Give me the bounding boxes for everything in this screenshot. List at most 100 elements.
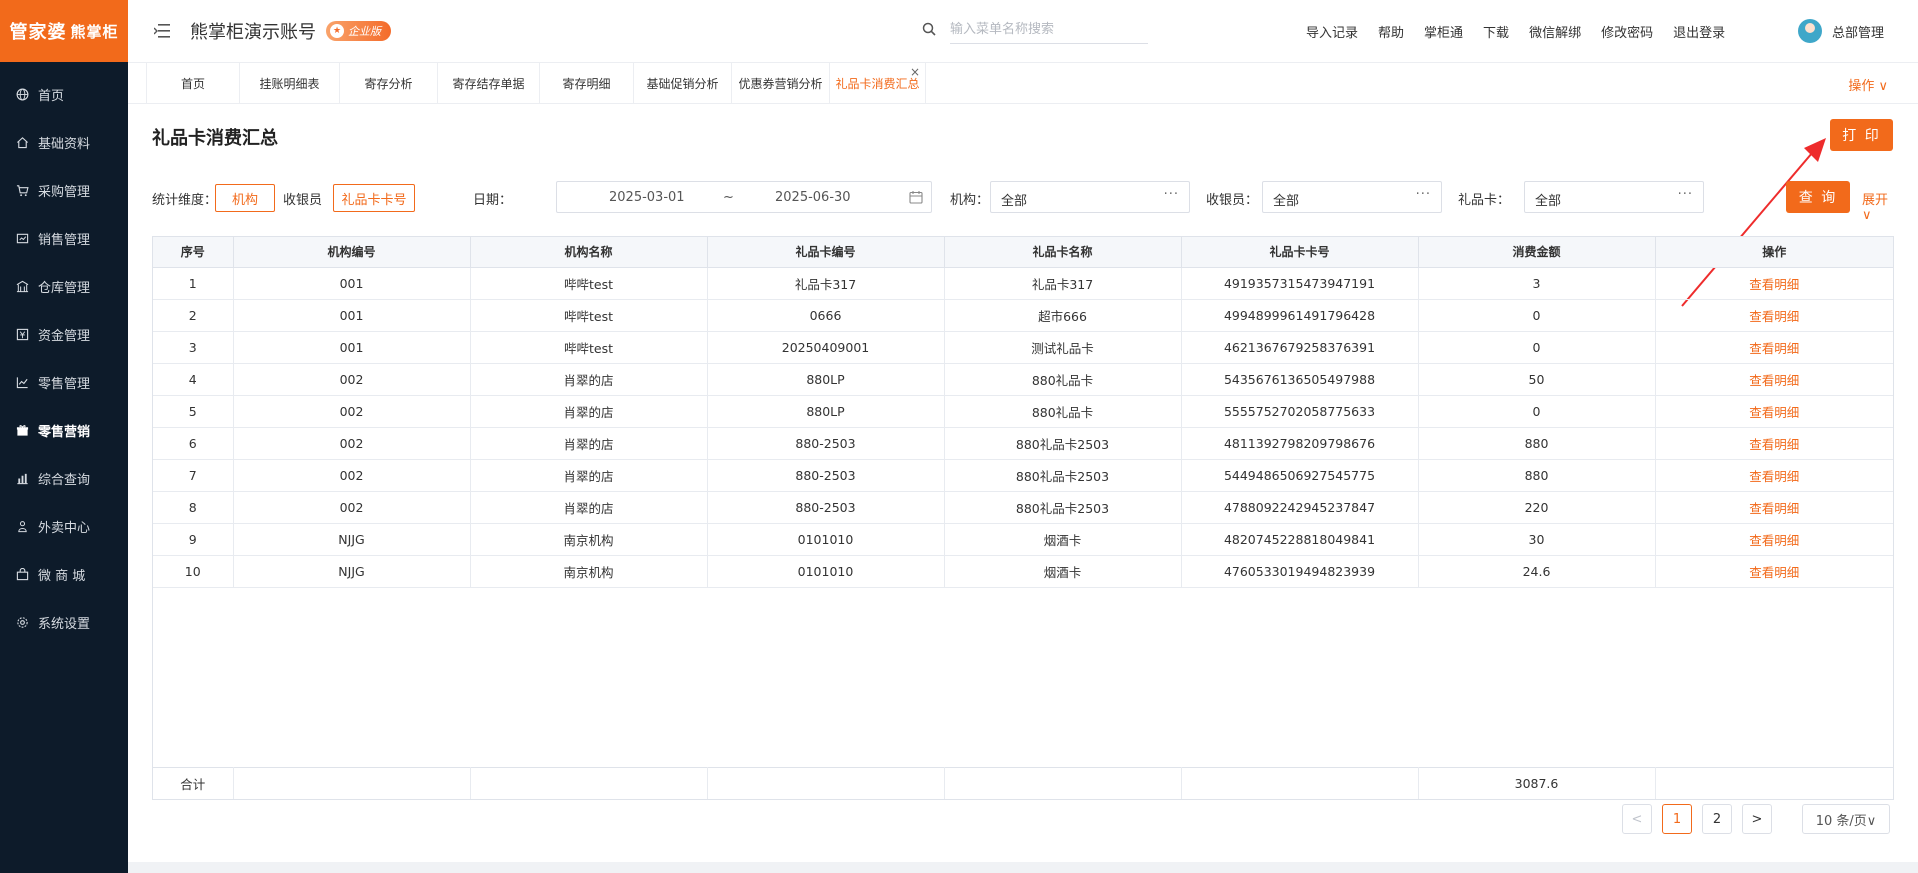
tab[interactable]: 挂账明细表 — [240, 63, 340, 104]
org-select-value: 全部 — [1001, 194, 1028, 209]
avatar[interactable] — [1798, 19, 1822, 43]
sidebar-item[interactable]: 外卖中心 — [0, 502, 128, 550]
table-row: 8 002 肖翠的店 880-2503 880礼品卡2503 47880922429452… — [153, 491, 1893, 524]
tab[interactable]: 优惠券营销分析 — [732, 63, 830, 104]
view-detail-link[interactable]: 查看明细 — [1655, 267, 1893, 300]
next-page-button[interactable]: > — [1742, 804, 1772, 834]
date-label: 日期： — [473, 193, 513, 208]
more-icon[interactable]: ··· — [1416, 187, 1431, 202]
tab-label: 寄存分析 — [364, 77, 413, 91]
page-button[interactable]: 2 — [1702, 804, 1732, 834]
sidebar-item[interactable]: 销售管理 — [0, 214, 128, 262]
search-input[interactable] — [950, 16, 1148, 44]
card-select-value: 全部 — [1535, 194, 1562, 209]
total-row: 合计 3087.6 — [153, 766, 1893, 799]
header-link[interactable]: 退出登录 — [1673, 22, 1725, 41]
sidebar-item[interactable]: 首页 — [0, 70, 128, 118]
org-select[interactable]: 全部 ··· — [990, 181, 1190, 213]
sidebar-item[interactable]: 零售营销 — [0, 406, 128, 454]
sidebar-item[interactable]: 采购管理 — [0, 166, 128, 214]
tab[interactable]: 基础促销分析 — [634, 63, 732, 104]
view-detail-link[interactable]: 查看明细 — [1655, 491, 1893, 524]
chart-icon — [14, 374, 30, 390]
sidebar-item-label: 销售管理 — [38, 232, 91, 248]
prev-page-button[interactable]: < — [1622, 804, 1652, 834]
search-icon[interactable] — [922, 22, 938, 38]
tab[interactable]: 寄存结存单据 — [438, 63, 540, 104]
table-cell: 4820745228818049841 — [1181, 523, 1419, 556]
header-link[interactable]: 导入记录 — [1306, 22, 1358, 41]
table-cell: 8 — [153, 491, 234, 524]
view-detail-link[interactable]: 查看明细 — [1655, 427, 1893, 460]
account-title: 熊掌柜演示账号 — [190, 22, 316, 43]
sidebar-item-label: 基础资料 — [38, 136, 91, 152]
date-range-picker[interactable]: 2025-03-01 ~ 2025-06-30 — [556, 181, 932, 213]
view-detail-link[interactable]: 查看明细 — [1655, 363, 1893, 396]
sidebar-item[interactable]: 仓库管理 — [0, 262, 128, 310]
user-menu[interactable]: 总部管理 — [1798, 19, 1884, 43]
table-cell: 烟酒卡 — [944, 555, 1182, 588]
sidebar-item[interactable]: 综合查询 — [0, 454, 128, 502]
table-cell: 001 — [233, 267, 471, 300]
header-link[interactable]: 微信解绑 — [1529, 22, 1581, 41]
sidebar-item[interactable]: 系统设置 — [0, 598, 128, 646]
tab[interactable]: 首页 — [146, 63, 240, 104]
table-cell: 哔哔test — [470, 267, 708, 300]
print-button[interactable]: 打 印 — [1830, 119, 1893, 151]
sidebar-nav: 首页基础资料采购管理销售管理仓库管理 资金管理 零售管理 零售营销 综合查询 外卖中心微 … — [0, 70, 128, 646]
table-row: 9 NJJG 南京机构 0101010 烟酒卡 4820745228818049841 30… — [153, 523, 1893, 556]
table-cell: 880 — [1418, 459, 1656, 492]
sidebar-item[interactable]: 微 商 城 — [0, 550, 128, 598]
table-cell: 880-2503 — [707, 427, 945, 460]
page-button[interactable]: 1 — [1662, 804, 1692, 834]
view-detail-link[interactable]: 查看明细 — [1655, 459, 1893, 492]
view-detail-link[interactable]: 查看明细 — [1655, 555, 1893, 588]
tab[interactable]: 寄存明细 — [540, 63, 634, 104]
page-size-select[interactable]: 10 条/页∨ — [1802, 804, 1890, 834]
table-cell: 礼品卡317 — [707, 267, 945, 300]
header-link[interactable]: 掌柜通 — [1424, 22, 1463, 41]
more-icon[interactable]: ··· — [1678, 187, 1693, 202]
table-row: 4 002 肖翠的店 880LP 880礼品卡 5435676136505497988 50… — [153, 363, 1893, 396]
cashier-select[interactable]: 全部 ··· — [1262, 181, 1442, 213]
tab[interactable]: 寄存分析 — [340, 63, 438, 104]
table-cell: 4788092242945237847 — [1181, 491, 1419, 524]
view-detail-link[interactable]: 查看明细 — [1655, 523, 1893, 556]
tab-label: 寄存明细 — [562, 77, 611, 91]
view-detail-link[interactable]: 查看明细 — [1655, 331, 1893, 364]
more-icon[interactable]: ··· — [1164, 187, 1179, 202]
column-header: 消费金额 — [1418, 237, 1656, 268]
table-cell: 002 — [233, 491, 471, 524]
expand-filters-button[interactable]: 展开∨ — [1862, 189, 1892, 223]
table-cell: 002 — [233, 427, 471, 460]
header-link[interactable]: 修改密码 — [1601, 22, 1653, 41]
query-button[interactable]: 查 询 — [1786, 181, 1850, 213]
user-name[interactable]: 总部管理 — [1832, 22, 1884, 41]
date-start[interactable]: 2025-03-01 — [609, 190, 685, 205]
table-cell: 5 — [153, 395, 234, 428]
menu-toggle-icon[interactable] — [152, 21, 172, 41]
view-detail-link[interactable]: 查看明细 — [1655, 299, 1893, 332]
dimension-label: 统计维度： — [152, 193, 218, 208]
sidebar-item[interactable]: 基础资料 — [0, 118, 128, 166]
dimension-cardno-button[interactable]: 礼品卡卡号 — [333, 184, 415, 212]
header-link[interactable]: 帮助 — [1378, 22, 1404, 41]
calendar-icon[interactable] — [909, 190, 923, 208]
dimension-org-button[interactable]: 机构 — [215, 184, 275, 212]
date-end[interactable]: 2025-06-30 — [775, 190, 851, 205]
tabs-ops-dropdown[interactable]: 操作 ∨ — [1848, 75, 1888, 94]
tab-label: 寄存结存单据 — [452, 77, 525, 91]
tab[interactable]: 礼品卡消费汇总 × — [830, 63, 926, 104]
header-link[interactable]: 下载 — [1483, 22, 1509, 41]
tab-label: 基础促销分析 — [646, 77, 719, 91]
org-label: 机构： — [950, 193, 990, 208]
view-detail-link[interactable]: 查看明细 — [1655, 395, 1893, 428]
close-icon[interactable]: × — [910, 65, 920, 79]
total-label: 合计 — [153, 766, 234, 799]
sidebar-item[interactable]: 零售管理 — [0, 358, 128, 406]
card-select[interactable]: 全部 ··· — [1524, 181, 1704, 213]
home-icon — [14, 134, 30, 150]
table-cell: 001 — [233, 331, 471, 364]
sidebar-item[interactable]: 资金管理 — [0, 310, 128, 358]
dimension-cashier-button[interactable]: 收银员 — [283, 189, 322, 208]
